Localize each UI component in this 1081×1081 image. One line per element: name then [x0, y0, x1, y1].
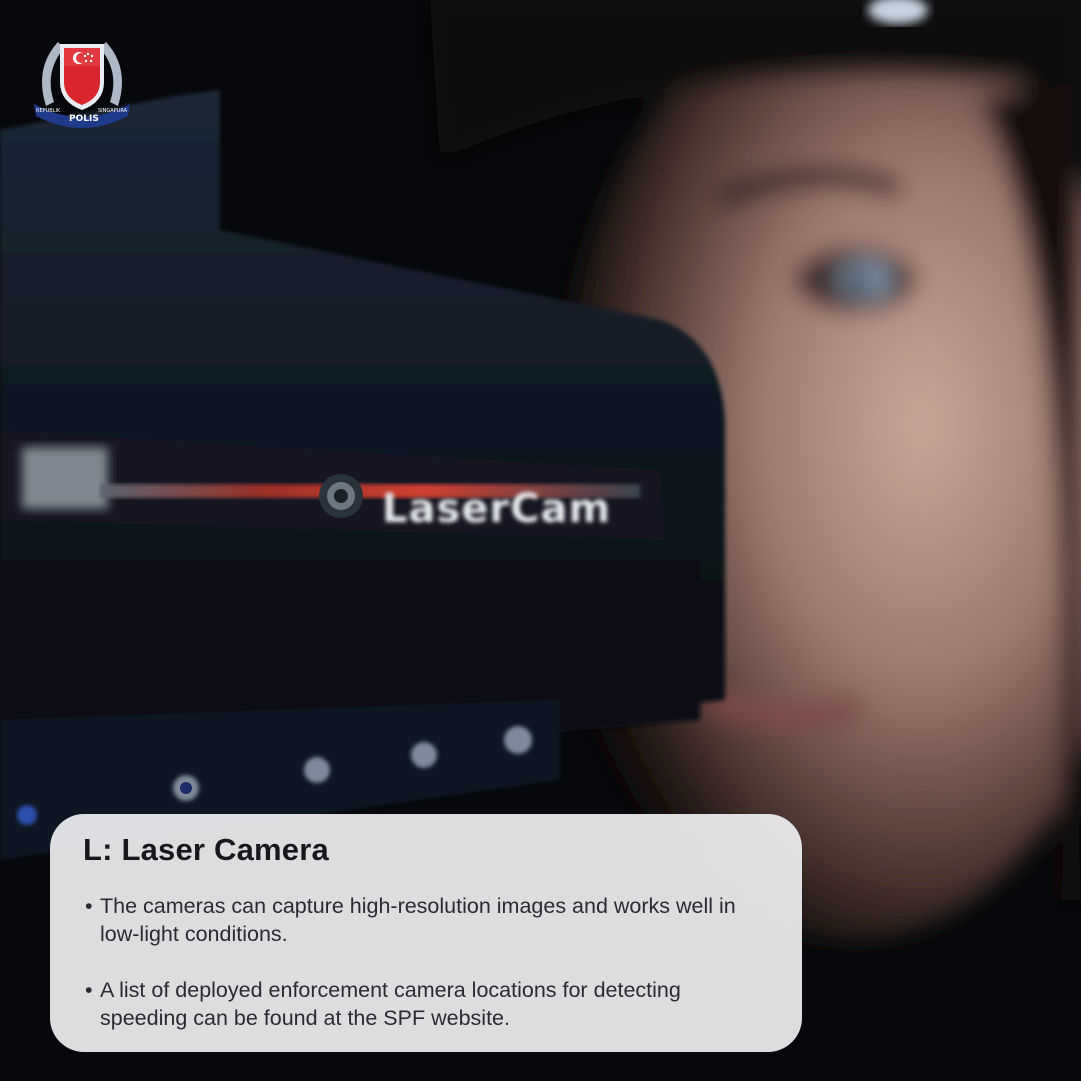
- logo-text-right: SINGAPURA: [98, 108, 128, 114]
- bullet-text-2: A list of deployed enforcement camera lo…: [100, 978, 681, 1030]
- card-title: L: Laser Camera: [83, 832, 329, 867]
- bullet-dot: •: [85, 978, 93, 1002]
- logo-text-center: POLIS: [69, 114, 99, 124]
- bullet-item-2: • A list of deployed enforcement camera …: [83, 976, 772, 1032]
- bullet-list: • The cameras can capture high-resolutio…: [83, 892, 772, 1032]
- info-card: L: Laser Camera • The cameras can captur…: [50, 814, 802, 1052]
- bullet-dot: •: [85, 894, 93, 918]
- bullet-item-1: • The cameras can capture high-resolutio…: [83, 892, 772, 948]
- logo-text-left: REPUBLIK: [36, 108, 61, 114]
- bullet-text-1: The cameras can capture high-resolution …: [100, 894, 736, 946]
- police-crest-logo: REPUBLIK POLIS SINGAPURA: [28, 28, 136, 128]
- device-label: LaserCam: [382, 486, 611, 532]
